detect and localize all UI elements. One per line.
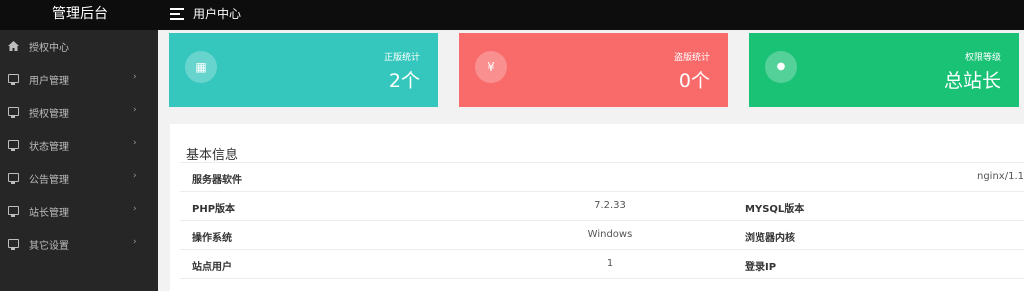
- table-row: 站点用户 1 登录IP: [180, 249, 1024, 278]
- brand-title[interactable]: 管理后台: [0, 0, 160, 30]
- menu-toggle-icon[interactable]: [170, 8, 184, 20]
- sidebar-item-label: 公告管理: [29, 175, 69, 186]
- row-label-secondary: 登录IP: [745, 262, 777, 273]
- monitor-icon: [8, 239, 19, 250]
- yen-icon: ¥: [475, 51, 507, 83]
- sidebar: 授权中心 用户管理 › 授权管理 › 状态管理 › 公告管理 › 站长管理 › …: [0, 30, 158, 291]
- stat-card-title: 正版统计: [383, 53, 420, 63]
- sidebar-item-other-settings[interactable]: 其它设置 ›: [0, 228, 158, 261]
- stat-card-value: 总站长: [943, 70, 1001, 92]
- monitor-icon: [8, 173, 19, 184]
- top-bar: 管理后台 用户中心: [0, 0, 1024, 30]
- row-label: 服务器软件: [192, 175, 242, 186]
- stat-card-genuine: ▦ 正版统计 2个: [169, 33, 438, 107]
- row-label: PHP版本: [192, 204, 236, 215]
- row-value: 1: [606, 258, 614, 269]
- basic-info-panel: 基本信息 服务器软件 nginx/1.1 PHP版本 7.2.33 MYSQL版…: [170, 124, 1024, 291]
- table-row: 服务器软件 nginx/1.1: [180, 162, 1024, 191]
- row-label: 操作系统: [192, 233, 232, 244]
- sidebar-item-label: 授权中心: [29, 43, 69, 54]
- chevron-right-icon: ›: [133, 105, 137, 115]
- sidebar-item-status-management[interactable]: 状态管理 ›: [0, 129, 158, 162]
- table-row: PHP版本 7.2.33 MYSQL版本: [180, 191, 1024, 220]
- document-icon: ▦: [185, 51, 217, 83]
- stat-card-title: 盗版统计: [673, 53, 710, 63]
- sidebar-item-label: 状态管理: [29, 142, 69, 153]
- home-icon: [8, 41, 19, 51]
- sidebar-item-label: 其它设置: [29, 241, 69, 252]
- row-value: Windows: [587, 229, 633, 240]
- row-value: nginx/1.1: [977, 171, 1024, 182]
- chevron-right-icon: ›: [133, 72, 137, 82]
- sidebar-item-notice-management[interactable]: 公告管理 ›: [0, 162, 158, 195]
- stat-card-pirated: ¥ 盗版统计 0个: [459, 33, 728, 107]
- monitor-icon: [8, 140, 19, 151]
- sidebar-item-auth-management[interactable]: 授权管理 ›: [0, 96, 158, 129]
- stat-card-value: 2个: [388, 70, 420, 92]
- page-title: 用户中心: [193, 7, 242, 21]
- chevron-right-icon: ›: [133, 171, 137, 181]
- stat-card-permission: ● 权限等级 总站长: [749, 33, 1019, 107]
- sidebar-item-label: 授权管理: [29, 109, 69, 120]
- stat-card-title: 权限等级: [964, 53, 1001, 63]
- row-label: 站点用户: [192, 262, 232, 273]
- row-label-secondary: MYSQL版本: [745, 204, 805, 215]
- sidebar-item-label: 用户管理: [29, 76, 69, 87]
- chevron-right-icon: ›: [133, 237, 137, 247]
- row-value: 7.2.33: [594, 200, 626, 211]
- monitor-icon: [8, 74, 19, 85]
- chevron-right-icon: ›: [133, 138, 137, 148]
- user-circle-icon: ●: [765, 51, 797, 83]
- table-row: 操作系统 Windows 浏览器内核: [180, 220, 1024, 249]
- sidebar-item-label: 站长管理: [29, 208, 69, 219]
- chevron-right-icon: ›: [133, 204, 137, 214]
- sidebar-item-auth-center[interactable]: 授权中心: [0, 30, 158, 63]
- stat-card-value: 0个: [678, 70, 710, 92]
- sidebar-item-webmaster-management[interactable]: 站长管理 ›: [0, 195, 158, 228]
- panel-title: 基本信息: [186, 148, 239, 163]
- monitor-icon: [8, 107, 19, 118]
- sidebar-item-user-management[interactable]: 用户管理 ›: [0, 63, 158, 96]
- monitor-icon: [8, 206, 19, 217]
- row-label-secondary: 浏览器内核: [745, 233, 795, 244]
- table-row-partial: [180, 278, 1024, 291]
